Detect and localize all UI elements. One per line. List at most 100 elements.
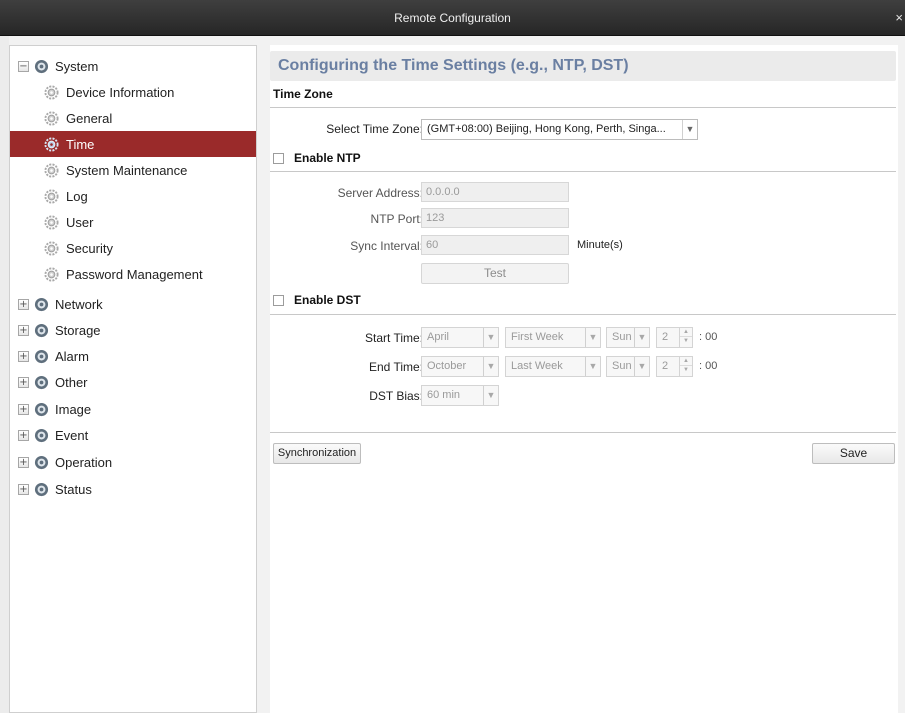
enable-dst-checkbox[interactable] xyxy=(273,294,284,306)
tree-item-network[interactable]: + Network xyxy=(10,291,256,317)
tree-item-label: Image xyxy=(55,401,92,417)
system-category-icon xyxy=(34,59,49,73)
server-address-input[interactable]: 0.0.0.0 xyxy=(421,182,569,202)
start-hour-spinner[interactable]: 2 ▲ ▼ xyxy=(656,327,693,348)
sync-interval-unit: Minute(s) xyxy=(577,239,623,251)
ntp-port-input[interactable]: 123 xyxy=(421,208,569,228)
end-month-value: October xyxy=(427,360,467,372)
end-month-select[interactable]: October ▼ xyxy=(421,356,499,377)
expand-icon[interactable]: + xyxy=(18,483,29,495)
sync-interval-label: Sync Interval: xyxy=(350,239,423,253)
operation-category-icon xyxy=(34,455,49,469)
spin-down-icon[interactable]: ▼ xyxy=(680,337,692,346)
dst-bias-value: 60 min xyxy=(427,389,461,401)
time-zone-label: Select Time Zone: xyxy=(326,122,423,136)
status-category-icon xyxy=(34,482,49,496)
spin-up-icon[interactable]: ▲ xyxy=(680,357,692,366)
divider xyxy=(270,314,896,315)
start-month-value: April xyxy=(427,331,450,343)
close-icon[interactable]: × xyxy=(895,0,903,36)
tree-item-device-information[interactable]: Device Information xyxy=(10,79,256,105)
divider xyxy=(270,107,896,108)
tree-item-label: Time xyxy=(66,136,95,152)
enable-dst-label: Enable DST xyxy=(294,293,361,307)
dst-bias-label: DST Bias: xyxy=(369,389,423,403)
expand-icon[interactable]: + xyxy=(18,376,29,388)
end-week-value: Last Week xyxy=(511,360,563,372)
start-month-select[interactable]: April ▼ xyxy=(421,327,499,348)
page-title: Configuring the Time Settings (e.g., NTP… xyxy=(270,51,896,81)
start-day-select[interactable]: Sun ▼ xyxy=(606,327,650,348)
expand-icon[interactable]: + xyxy=(18,324,29,336)
gear-icon xyxy=(44,240,59,256)
expand-icon[interactable]: + xyxy=(18,350,29,362)
tree-item-label: Device Information xyxy=(66,84,175,100)
divider xyxy=(270,432,896,433)
spin-down-icon[interactable]: ▼ xyxy=(680,366,692,375)
network-category-icon xyxy=(34,297,49,311)
tree-item-label: Password Management xyxy=(66,266,203,282)
tree-item-general[interactable]: General xyxy=(10,105,256,131)
tree-item-system-maintenance[interactable]: System Maintenance xyxy=(10,157,256,183)
expand-icon[interactable]: + xyxy=(18,456,29,468)
tree-item-log[interactable]: Log xyxy=(10,183,256,209)
gear-icon xyxy=(44,266,59,282)
chevron-down-icon: ▼ xyxy=(483,357,498,376)
dst-bias-select[interactable]: 60 min ▼ xyxy=(421,385,499,406)
expand-icon[interactable]: + xyxy=(18,429,29,441)
start-time-label: Start Time: xyxy=(364,331,423,345)
time-zone-value: (GMT+08:00) Beijing, Hong Kong, Perth, S… xyxy=(427,123,666,135)
tree-item-label: System xyxy=(55,58,99,74)
end-day-select[interactable]: Sun ▼ xyxy=(606,356,650,377)
start-week-select[interactable]: First Week ▼ xyxy=(505,327,601,348)
sync-interval-input[interactable]: 60 xyxy=(421,235,569,255)
gear-icon xyxy=(44,84,59,100)
spin-up-icon[interactable]: ▲ xyxy=(680,328,692,337)
enable-ntp-checkbox[interactable] xyxy=(273,152,284,164)
save-button[interactable]: Save xyxy=(812,443,895,464)
tree-item-other[interactable]: + Other xyxy=(10,369,256,395)
server-address-label: Server Address: xyxy=(337,186,423,200)
chevron-down-icon: ▼ xyxy=(483,386,498,405)
tree-item-alarm[interactable]: + Alarm xyxy=(10,343,256,369)
chevron-down-icon: ▼ xyxy=(483,328,498,347)
tree-item-storage[interactable]: + Storage xyxy=(10,317,256,343)
window-titlebar: Remote Configuration × xyxy=(0,0,905,36)
tree-item-password-management[interactable]: Password Management xyxy=(10,261,256,287)
end-day-value: Sun xyxy=(612,360,632,372)
tree-item-status[interactable]: + Status xyxy=(10,476,256,502)
tree-item-label: System Maintenance xyxy=(66,162,188,178)
tree-item-label: Event xyxy=(55,427,89,443)
start-day-value: Sun xyxy=(612,331,632,343)
chevron-down-icon: ▼ xyxy=(585,328,600,347)
storage-category-icon xyxy=(34,323,49,337)
tree-item-system[interactable]: − System xyxy=(10,53,256,79)
tree-item-label: Alarm xyxy=(55,348,89,364)
end-hour-spinner[interactable]: 2 ▲ ▼ xyxy=(656,356,693,377)
start-minutes: : 00 xyxy=(699,331,718,343)
tree-item-image[interactable]: + Image xyxy=(10,396,256,422)
expand-icon[interactable]: + xyxy=(18,298,29,310)
end-week-select[interactable]: Last Week ▼ xyxy=(505,356,601,377)
collapse-icon[interactable]: − xyxy=(18,60,29,72)
time-zone-heading: Time Zone xyxy=(273,87,333,101)
start-hour-value: 2 xyxy=(662,331,669,343)
enable-ntp-row: Enable NTP xyxy=(273,151,361,165)
tree-item-label: Security xyxy=(66,240,113,256)
expand-icon[interactable]: + xyxy=(18,403,29,415)
tree-item-operation[interactable]: + Operation xyxy=(10,449,256,475)
chevron-down-icon: ▼ xyxy=(682,120,697,139)
test-button[interactable]: Test xyxy=(421,263,569,284)
tree-item-label: Network xyxy=(55,296,103,312)
tree-item-security[interactable]: Security xyxy=(10,235,256,261)
tree-item-user[interactable]: User xyxy=(10,209,256,235)
tree-item-event[interactable]: + Event xyxy=(10,422,256,448)
gear-icon xyxy=(44,214,59,230)
gear-icon xyxy=(44,162,59,178)
synchronization-button[interactable]: Synchronization xyxy=(273,443,361,464)
tree-item-time[interactable]: Time xyxy=(10,131,256,157)
chevron-down-icon: ▼ xyxy=(634,328,649,347)
tree-item-label: Other xyxy=(55,374,88,390)
other-category-icon xyxy=(34,375,49,389)
time-zone-select[interactable]: (GMT+08:00) Beijing, Hong Kong, Perth, S… xyxy=(421,119,698,140)
